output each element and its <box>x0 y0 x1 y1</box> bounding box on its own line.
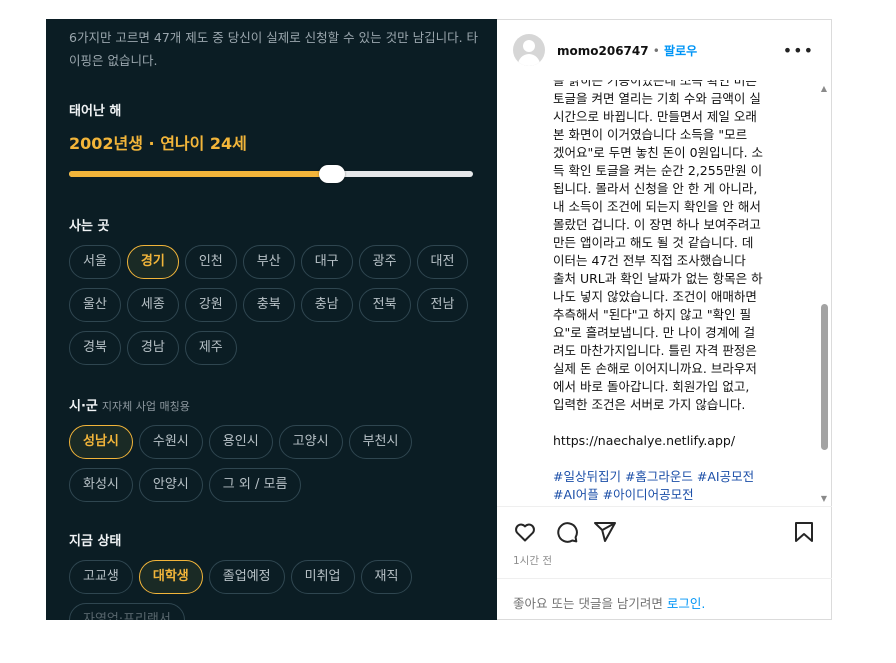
login-prompt-text: 좋아요 또는 댓글을 남기려면 <box>513 596 663 611</box>
status-chip[interactable]: 재직 <box>360 560 413 594</box>
city-title-label: 시·군 <box>69 399 98 414</box>
caption-line: 내 소득이 조건에 되는지 확인을 안 해서 <box>553 199 761 214</box>
follow-button[interactable]: 팔로우 <box>664 44 697 58</box>
caption-line: 려도 마찬가지입니다. 틀린 자격 판정은 <box>553 343 757 358</box>
region-chip[interactable]: 대구 <box>300 245 353 279</box>
status-chip[interactable]: 대학생 <box>138 560 203 594</box>
region-chip-group: 서울 경기 인천 부산 대구 광주 대전울산 세종 강원 충북 충남 전북 전남경북 경남 제주 <box>69 245 479 374</box>
hashtags-line-1[interactable]: #일상뒤집기 #홈그라운드 #AI공모전 <box>553 469 754 484</box>
avatar[interactable] <box>513 34 545 66</box>
comment-icon[interactable] <box>555 520 579 544</box>
region-chip[interactable]: 충북 <box>242 288 295 322</box>
status-chip-group: 고교생 대학생 졸업예정 미취업 재직자영업·프리랜서 <box>69 560 479 620</box>
caption-line: 출처 URL과 확인 날짜가 없는 항목은 하 <box>553 271 763 286</box>
city-chip[interactable]: 안양시 <box>138 468 203 502</box>
city-chip[interactable]: 용인시 <box>208 425 273 459</box>
hashtags-line-2[interactable]: #AI어플 #아이디어공모전 <box>553 487 694 502</box>
post-timestamp: 1시간 전 <box>513 555 552 567</box>
region-chip[interactable]: 경북 <box>69 331 121 365</box>
caption-line: 득 확인 토글을 켜는 순간 2,255만원 이 <box>553 163 763 178</box>
caption-scrollbar[interactable]: ▲ ▼ <box>819 82 829 504</box>
caption-line: 겠어요"로 두면 놓친 돈이 0원입니다. 소 <box>553 145 764 160</box>
login-link[interactable]: 로그인. <box>667 596 705 611</box>
caption-line: 을 밝히는 기능이었는데 소득 확인 버튼 <box>553 80 757 88</box>
more-options-icon[interactable]: ••• <box>783 41 814 60</box>
app-screenshot-panel: 6가지만 고르면 47개 제도 중 당신이 실제로 신청할 수 있는 것만 남깁… <box>46 19 497 620</box>
caption-line: 시간으로 바뀝니다. 만들면서 제일 오래 <box>553 109 757 124</box>
city-chip-group: 성남시 수원시 용인시 고양시 부천시화성시 안양시 그 외 / 모름 <box>69 425 479 511</box>
scrollbar-thumb[interactable] <box>821 304 828 450</box>
city-chip[interactable]: 화성시 <box>69 468 133 502</box>
city-subtitle: 지자체 사업 매칭용 <box>101 400 190 413</box>
caption-line: 나도 넣지 않았습니다. 조건이 애매하면 <box>553 289 757 304</box>
region-chip[interactable]: 전남 <box>416 288 469 322</box>
caption-line: 실제 돈 손해로 이어지니까요. 브라우저 <box>553 361 757 376</box>
region-chip[interactable]: 서울 <box>69 245 121 279</box>
caption-line: 요"로 흘려보냅니다. 만 나이 경계에 걸 <box>553 325 756 340</box>
heart-icon[interactable] <box>513 520 537 544</box>
city-title: 시·군 지자체 사업 매칭용 <box>69 395 190 414</box>
post-header: momo206747 • 팔로우 ••• <box>497 20 832 80</box>
caption-line: 본 화면이 이거였습니다 소득을 "모르 <box>553 127 748 142</box>
caption-line: 만든 앱이라고 해도 될 것 같습니다. 데 <box>553 235 754 250</box>
scroll-up-arrow-icon[interactable]: ▲ <box>819 84 829 94</box>
birth-year-title: 태어난 해 <box>69 104 122 119</box>
region-chip[interactable]: 충남 <box>300 288 353 322</box>
region-chip[interactable]: 제주 <box>184 331 237 365</box>
city-chip[interactable]: 부천시 <box>348 425 413 459</box>
divider <box>497 578 832 579</box>
status-chip[interactable]: 고교생 <box>69 560 133 594</box>
status-chip[interactable]: 졸업예정 <box>208 560 285 594</box>
caption-body: 을 밝히는 기능이었는데 소득 확인 버튼토글을 켜면 열리는 기회 수와 금액… <box>553 80 805 414</box>
divider <box>497 506 832 507</box>
region-chip[interactable]: 대전 <box>416 245 469 279</box>
status-chip[interactable]: 미취업 <box>290 560 355 594</box>
region-chip[interactable]: 광주 <box>358 245 411 279</box>
region-chip[interactable]: 울산 <box>69 288 121 322</box>
caption-line: 몰랐던 겁니다. 이 장면 하나 보여주려고 <box>553 217 761 232</box>
scroll-down-arrow-icon[interactable]: ▼ <box>819 494 829 504</box>
slider-thumb[interactable] <box>318 165 345 183</box>
city-chip[interactable]: 수원시 <box>138 425 203 459</box>
birth-year-slider[interactable] <box>69 164 473 184</box>
status-chip[interactable]: 자영업·프리랜서 <box>69 603 185 620</box>
city-chip[interactable]: 그 외 / 모름 <box>208 468 302 502</box>
post-actions <box>513 520 818 546</box>
age-value: 2002년생 · 연나이 24세 <box>69 134 247 153</box>
region-chip[interactable]: 전북 <box>358 288 411 322</box>
post-link[interactable]: https://naechalye.netlify.app/ <box>553 432 805 450</box>
caption-line: 추측해서 "된다"고 하지 않고 "확인 필 <box>553 307 752 322</box>
separator-dot: • <box>652 44 660 58</box>
slider-fill <box>69 171 332 177</box>
caption-scroll-area[interactable]: 을 밝히는 기능이었는데 소득 확인 버튼토글을 켜면 열리는 기회 수와 금액… <box>497 80 832 506</box>
form-intro-text: 6가지만 고르면 47개 제도 중 당신이 실제로 신청할 수 있는 것만 남깁… <box>69 30 479 68</box>
caption-line: 입력한 조건은 서버로 가지 않습니다. <box>553 397 746 412</box>
share-icon[interactable] <box>593 520 617 544</box>
region-title: 사는 곳 <box>69 219 110 234</box>
post-author: momo206747 • 팔로우 <box>557 42 697 59</box>
city-chip[interactable]: 고양시 <box>278 425 343 459</box>
region-chip[interactable]: 강원 <box>184 288 237 322</box>
region-chip[interactable]: 인천 <box>184 245 237 279</box>
bookmark-icon[interactable] <box>793 520 815 544</box>
region-chip[interactable]: 세종 <box>126 288 179 322</box>
hashtags[interactable]: #일상뒤집기 #홈그라운드 #AI공모전 #AI어플 #아이디어공모전 <box>553 468 805 504</box>
region-chip[interactable]: 부산 <box>242 245 295 279</box>
caption-line: 됩니다. 몰라서 신청을 안 한 게 아니라, <box>553 181 758 196</box>
region-chip[interactable]: 경남 <box>126 331 179 365</box>
login-prompt: 좋아요 또는 댓글을 남기려면 로그인. <box>513 593 705 612</box>
caption-line: 에서 바로 돌아갑니다. 회원가입 없고, <box>553 379 750 394</box>
post-caption: 을 밝히는 기능이었는데 소득 확인 버튼토글을 켜면 열리는 기회 수와 금액… <box>553 80 805 504</box>
region-chip[interactable]: 경기 <box>126 245 179 279</box>
city-chip[interactable]: 성남시 <box>69 425 133 459</box>
post-panel: momo206747 • 팔로우 ••• 을 밝히는 기능이었는데 소득 확인 … <box>497 19 832 620</box>
username-link[interactable]: momo206747 <box>557 44 649 58</box>
status-title: 지금 상태 <box>69 534 122 549</box>
caption-line: 토글을 켜면 열리는 기회 수와 금액이 실 <box>553 91 761 106</box>
caption-line: 이터는 47건 전부 직접 조사했습니다 <box>553 253 746 268</box>
